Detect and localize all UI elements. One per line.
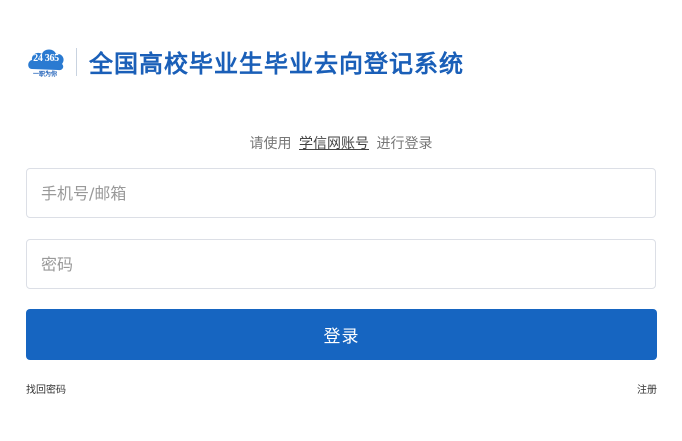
header: 24 365 一职为你 全国高校毕业生毕业去向登记系统: [26, 44, 464, 79]
account-input[interactable]: [26, 168, 656, 218]
logo-subtext: 一职为你: [32, 70, 57, 78]
login-hint-prefix: 请使用: [249, 136, 292, 152]
login-page: 24 365 一职为你 全国高校毕业生毕业去向登记系统 请使用 学信网账号 进行…: [0, 0, 682, 441]
logo: 24 365 一职为你: [26, 45, 66, 79]
page-title: 全国高校毕业生毕业去向登记系统: [89, 50, 464, 78]
login-hint: 请使用 学信网账号 进行登录: [0, 133, 682, 153]
forgot-password-link[interactable]: 找回密码: [26, 381, 66, 396]
chsi-account-link[interactable]: 学信网账号: [299, 136, 369, 152]
register-link[interactable]: 注册: [637, 381, 657, 396]
logo-text: 24 365: [33, 52, 59, 64]
login-button[interactable]: 登录: [26, 309, 657, 360]
header-divider: [76, 47, 77, 76]
login-hint-suffix: 进行登录: [376, 136, 433, 152]
password-input[interactable]: [26, 239, 656, 289]
